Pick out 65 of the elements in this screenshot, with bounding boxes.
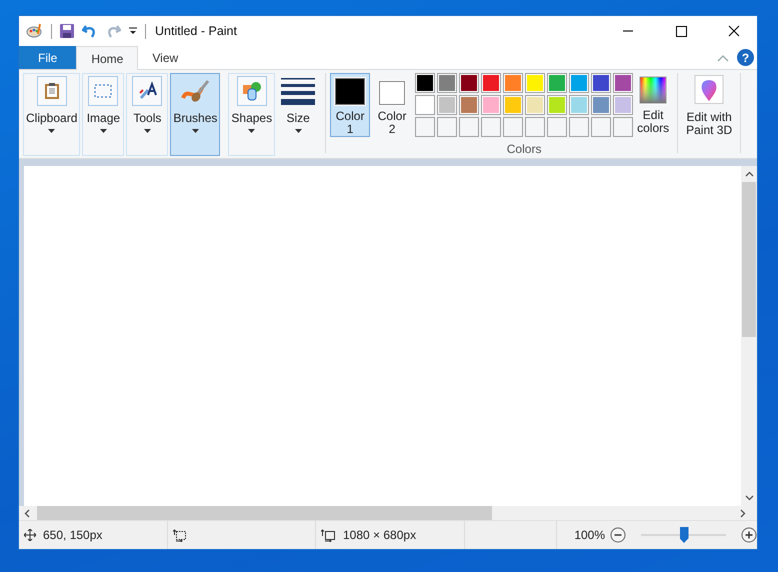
canvas-size-icon <box>321 528 336 542</box>
edit-colors-button[interactable]: Edit colors <box>633 73 674 137</box>
clipboard-icon <box>44 82 60 100</box>
color-slot-button[interactable]: Color 2 <box>372 73 412 137</box>
canvas-size: 1080 × 680px <box>343 528 416 542</box>
palette-swatch[interactable] <box>481 95 502 115</box>
caret-icon <box>248 129 256 133</box>
line-width-icon <box>281 77 316 105</box>
palette-swatch[interactable] <box>437 73 458 93</box>
cursor-position: 650, 150px <box>43 528 102 542</box>
help-button[interactable]: ? <box>737 49 754 66</box>
pencil-text-icon <box>137 81 158 101</box>
caret-icon <box>48 129 56 133</box>
palette-swatch[interactable] <box>547 73 568 93</box>
palette-swatch[interactable] <box>569 73 590 93</box>
undo-icon[interactable] <box>82 23 98 39</box>
edit-with-paint-3d-button[interactable]: Edit with Paint 3D <box>682 73 736 137</box>
palette-swatch[interactable] <box>591 95 612 115</box>
save-icon[interactable] <box>59 23 75 39</box>
collapse-ribbon-icon[interactable] <box>717 54 729 62</box>
selection-size-icon <box>172 528 186 542</box>
palette-icon[interactable] <box>26 22 44 40</box>
palette-swatch[interactable] <box>569 95 590 115</box>
palette-swatch[interactable] <box>415 95 436 115</box>
ribbon-tool-button[interactable]: Size <box>277 73 320 156</box>
shapes-icon <box>242 81 262 101</box>
zoom-percent: 100% <box>574 528 606 542</box>
zoom-out-button[interactable] <box>610 527 626 543</box>
caret-icon <box>100 129 107 133</box>
customize-dropdown-icon[interactable] <box>128 26 138 36</box>
redo-icon[interactable] <box>105 23 121 39</box>
color-slot-button[interactable]: Color 1 <box>330 73 370 137</box>
caret-icon <box>294 129 302 133</box>
palette-swatch[interactable] <box>459 73 480 93</box>
palette-swatch[interactable] <box>613 95 634 115</box>
vertical-scrollbar[interactable] <box>741 166 757 506</box>
ribbon-tool-button[interactable]: Clipboard <box>23 73 80 156</box>
zoom-in-button[interactable] <box>741 527 758 543</box>
spectrum-icon <box>639 76 668 104</box>
palette-swatch[interactable] <box>459 95 480 115</box>
group-label: Colors <box>506 142 542 156</box>
palette-swatch[interactable] <box>591 73 612 93</box>
caret-icon <box>144 129 151 133</box>
palette-swatch[interactable] <box>525 95 546 115</box>
caret-icon <box>192 129 199 133</box>
palette-swatch[interactable] <box>503 95 524 115</box>
ribbon-tool-button[interactable]: Tools <box>126 73 168 156</box>
selection-icon <box>94 84 112 98</box>
palette-swatch[interactable] <box>525 73 546 93</box>
ribbon-tool-button[interactable]: Shapes <box>228 73 276 156</box>
palette-swatch[interactable] <box>503 73 524 93</box>
ribbon-tool-button[interactable]: Image <box>82 73 124 156</box>
palette-swatch[interactable] <box>547 95 568 115</box>
paint-drop-icon <box>694 75 724 104</box>
palette-swatch[interactable] <box>613 73 634 93</box>
ribbon-tool-button[interactable]: Brushes <box>170 73 220 156</box>
palette-swatch[interactable] <box>415 73 436 93</box>
horizontal-scrollbar[interactable] <box>19 506 757 520</box>
window-title: Untitled - Paint <box>155 24 237 38</box>
ribbon-tab[interactable]: View <box>138 46 192 69</box>
palette-swatch[interactable] <box>481 73 502 93</box>
ribbon-tab[interactable]: Home <box>76 46 138 70</box>
palette-swatch[interactable] <box>437 95 458 115</box>
move-cursor-icon <box>24 529 36 541</box>
file-tab[interactable]: File <box>19 46 76 69</box>
